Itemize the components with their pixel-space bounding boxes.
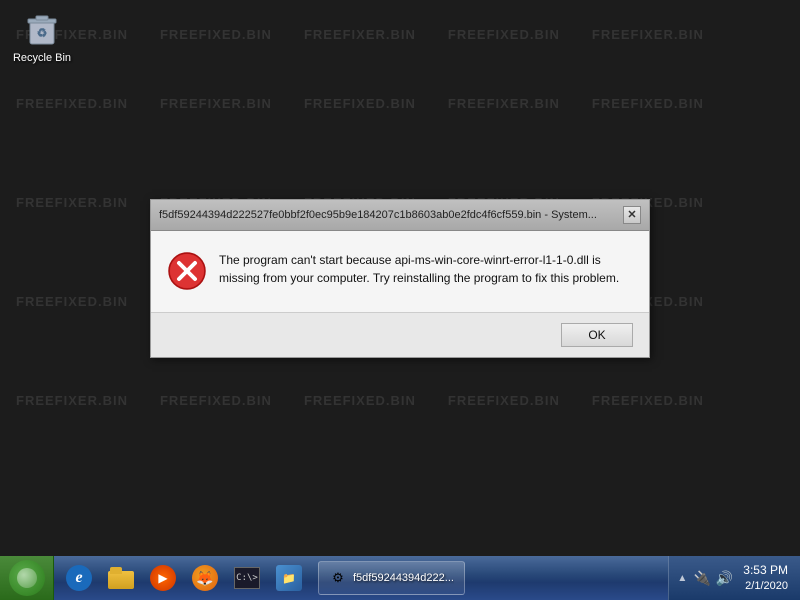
taskbar-media-icon[interactable]: ▶ (142, 558, 184, 598)
file-explorer-icon: 📁 (276, 565, 302, 591)
dialog-overlay: f5df59244394d222527fe0bbf2f0ec95b9e18420… (0, 0, 800, 556)
ie-browser-icon: e (66, 565, 92, 591)
taskbar-tasks: ⚙ f5df59244394d222... (314, 556, 668, 600)
taskbar: e ▶ 🦊 C:\> 📁 ⚙ f5df59244394d222... ▲ 🔌 (0, 556, 800, 600)
error-dialog: f5df59244394d222527fe0bbf2f0ec95b9e18420… (150, 199, 650, 358)
taskbar-cmd-icon[interactable]: C:\> (226, 558, 268, 598)
taskbar-explorer-icon[interactable]: 📁 (268, 558, 310, 598)
dialog-body: The program can't start because api-ms-w… (151, 231, 649, 312)
active-task[interactable]: ⚙ f5df59244394d222... (318, 561, 465, 595)
desktop: FREEFIXER.BIN FREEFIXED.BIN FREEFIXER.BI… (0, 0, 800, 556)
cmd-icon: C:\> (234, 567, 260, 589)
start-button[interactable] (0, 556, 54, 600)
quick-launch: e ▶ 🦊 C:\> 📁 (54, 556, 314, 600)
folder-icon (108, 565, 134, 591)
taskbar-ie-icon[interactable]: e (58, 558, 100, 598)
tray-network-icon[interactable]: 🔌 (693, 569, 711, 587)
dialog-close-button[interactable]: ✕ (623, 206, 641, 224)
error-icon (167, 251, 207, 296)
tray-expand-button[interactable]: ▲ (675, 571, 689, 586)
media-player-icon: ▶ (150, 565, 176, 591)
start-orb (9, 560, 45, 596)
task-label: f5df59244394d222... (353, 572, 454, 584)
clock-time: 3:53 PM (743, 563, 788, 579)
system-tray: ▲ 🔌 🔊 3:53 PM 2/1/2020 (668, 556, 800, 600)
clock-date: 2/1/2020 (745, 579, 788, 593)
start-orb-inner (17, 568, 37, 588)
taskbar-folder-icon[interactable] (100, 558, 142, 598)
ok-button[interactable]: OK (561, 323, 633, 347)
tray-volume-icon[interactable]: 🔊 (715, 569, 733, 587)
dialog-title: f5df59244394d222527fe0bbf2f0ec95b9e18420… (159, 209, 615, 221)
error-message: The program can't start because api-ms-w… (219, 251, 633, 287)
taskbar-firefox-icon[interactable]: 🦊 (184, 558, 226, 598)
dialog-titlebar: f5df59244394d222527fe0bbf2f0ec95b9e18420… (151, 200, 649, 231)
firefox-icon: 🦊 (192, 565, 218, 591)
system-clock[interactable]: 3:53 PM 2/1/2020 (737, 556, 794, 600)
dialog-footer: OK (151, 312, 649, 357)
tray-icons: 🔌 🔊 (693, 569, 733, 587)
task-icon: ⚙ (329, 569, 347, 587)
